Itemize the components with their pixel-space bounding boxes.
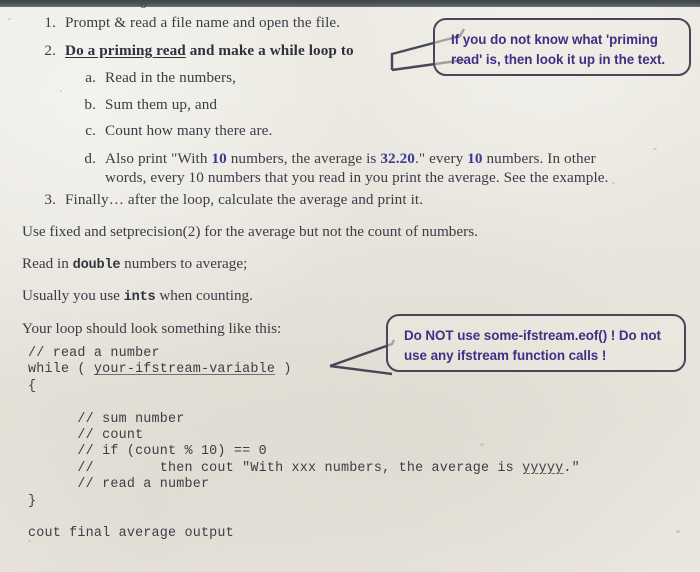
code-line-9: } (28, 493, 37, 509)
code-line-2-post: ) (275, 362, 292, 378)
code-line-5: // count (28, 428, 144, 444)
code-line-1: // read a number (28, 346, 160, 361)
sublist-marker-a: a. (85, 69, 96, 86)
sublist-item-c: c. Count how many there are. (70, 122, 420, 140)
sublist-text-c: Count how many there are. (105, 122, 273, 139)
sublist-item-d: d. Also print "With 10 numbers, the aver… (70, 149, 630, 188)
sublist-d-seg1: Also print "With (105, 150, 212, 167)
usually-ints-pre: Usually you use (22, 287, 124, 304)
sublist-d-line2: words, every 10 numbers that you read in… (105, 169, 609, 187)
paragraph-usually-ints: Usually you use ints when counting. (22, 287, 642, 306)
sublist-d-seg2: numbers, the average is (226, 150, 381, 167)
list-item-3: 3. Finally… after the loop, calculate th… (30, 191, 480, 209)
sublist-text-a: Read in the numbers, (105, 69, 237, 86)
list-marker-3: 3. (44, 191, 56, 208)
code-line-7-post: ." (563, 460, 580, 476)
scan-speck (676, 530, 680, 533)
sublist-d-highlight-every: 10 (467, 150, 483, 167)
sublist-marker-d: d. (84, 150, 96, 167)
top-edge-glyph: o (140, 0, 147, 8)
code-line-7-pre: // then cout "With xxx numbers, the aver… (28, 460, 523, 476)
eof-warning-callout-line1: Do NOT use some-ifstream.eof() ! Do not (404, 328, 661, 343)
priming-read-callout-line2: read' is, then look it up in the text. (451, 52, 666, 67)
page-top-edge-bar (0, 0, 700, 7)
sublist-d-seg4: numbers. In other (482, 150, 596, 167)
code-line-2-pre: while ( (28, 362, 94, 378)
sublist-marker-b: b. (84, 96, 96, 113)
paragraph-fixed-setprecision: Use fixed and setprecision(2) for the av… (22, 223, 478, 240)
scan-speck (8, 18, 11, 20)
sublist-item-a: a. Read in the numbers, (70, 69, 420, 87)
code-line-3: { (28, 378, 37, 394)
read-double-post: numbers to average; (120, 255, 248, 272)
list-text-3: Finally… after the loop, calculate the a… (65, 191, 424, 208)
keyword-ints: ints (123, 290, 156, 305)
keyword-double: double (72, 258, 121, 273)
sublist-item-b: b. Sum them up, and (70, 96, 420, 114)
list-item-1: 1. Prompt & read a file name and open th… (30, 14, 450, 32)
code-placeholder-ifstream-variable: your-ifstream-variable (93, 362, 276, 378)
sublist-marker-c: c. (85, 122, 96, 139)
eof-warning-callout-line2: use any ifstream function calls ! (404, 348, 607, 363)
scan-speck (60, 90, 62, 92)
code-line-6: // if (count % 10) == 0 (28, 444, 267, 460)
sublist-d-highlight-count: 10 (211, 150, 227, 167)
list-marker-2: 2. (44, 42, 56, 59)
eof-warning-callout: Do NOT use some-ifstream.eof() ! Do not … (386, 314, 686, 372)
scanned-page: o 1. Prompt & read a file name and open … (0, 0, 700, 572)
code-placeholder-yyyyy: yyyyy (522, 460, 564, 476)
paragraph-read-double: Read in double numbers to average; (22, 255, 642, 274)
sublist-text-b: Sum them up, and (105, 96, 218, 113)
read-double-pre: Read in (22, 255, 73, 272)
code-line-4: // sum number (28, 411, 185, 427)
code-sample-block: // read a number while ( your-ifstream-v… (28, 346, 580, 543)
sublist-d-highlight-average: 32.20 (380, 150, 415, 167)
priming-read-underlined-phrase: Do a priming read (65, 42, 186, 59)
sublist-text-d: Also print "With 10 numbers, the average… (105, 149, 630, 188)
code-line-8: // read a number (28, 477, 210, 493)
list-marker-1: 1. (44, 14, 56, 31)
priming-read-callout: If you do not know what 'priming read' i… (433, 18, 691, 76)
priming-read-callout-line1: If you do not know what 'priming (451, 32, 658, 47)
list-text-2-rest: and make a while loop to (185, 42, 354, 59)
scan-speck (653, 148, 657, 150)
usually-ints-post: when counting. (155, 287, 253, 304)
sublist-d-seg3: ." every (414, 150, 468, 167)
code-line-10: cout final average output (28, 526, 234, 542)
